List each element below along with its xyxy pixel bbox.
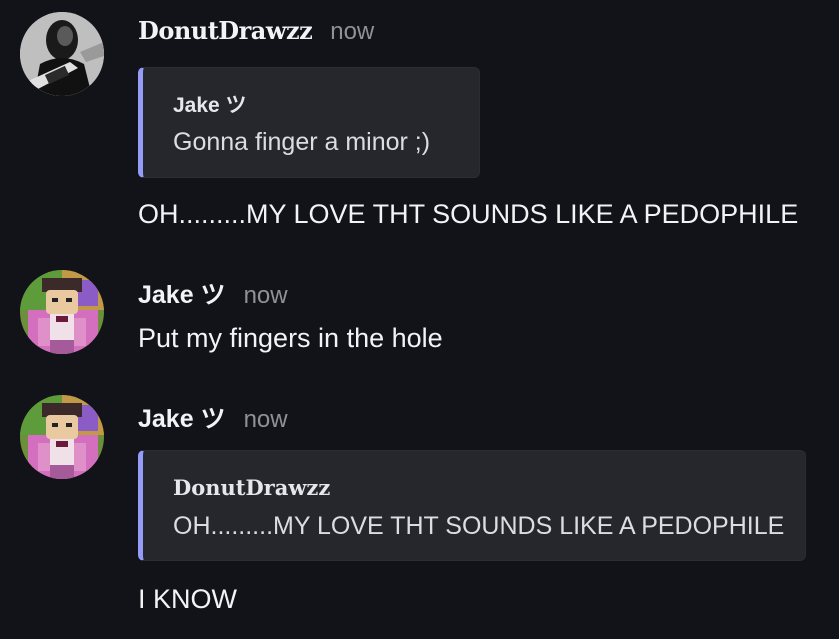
message-header: Jake ツ now: [138, 399, 288, 433]
timestamp: now: [243, 406, 288, 433]
username[interactable]: Jake ツ: [138, 275, 226, 311]
chat-message-list: DonutDrawzz now Jake ツ Gonna finger a mi…: [0, 0, 839, 639]
reply-quote[interactable]: Jake ツ Gonna finger a minor ;): [138, 67, 480, 178]
username[interactable]: Jake ツ: [138, 399, 226, 435]
avatar[interactable]: [20, 12, 104, 96]
username[interactable]: DonutDrawzz: [138, 16, 313, 45]
message-header: Jake ツ now: [138, 275, 288, 309]
message-text: OH.........MY LOVE THT SOUNDS LIKE A PED…: [138, 199, 799, 229]
message-text: I KNOW: [138, 584, 237, 614]
timestamp: now: [330, 18, 375, 45]
message-header: DonutDrawzz now: [138, 16, 374, 50]
avatar[interactable]: [20, 270, 104, 354]
message-text: Put my fingers in the hole: [138, 323, 443, 353]
reply-author: DonutDrawzz: [173, 475, 331, 500]
reply-author: Jake ツ: [173, 94, 247, 117]
reply-quote[interactable]: DonutDrawzz OH.........MY LOVE THT SOUND…: [138, 450, 806, 561]
reply-text: Gonna finger a minor ;): [173, 128, 431, 156]
reply-text: OH.........MY LOVE THT SOUNDS LIKE A PED…: [173, 512, 785, 540]
avatar[interactable]: [20, 395, 104, 479]
timestamp: now: [243, 282, 288, 309]
